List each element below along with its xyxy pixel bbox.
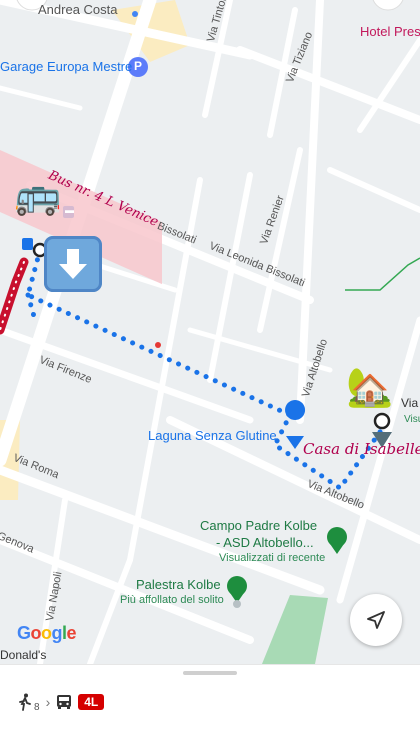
map-canvas[interactable]: Andrea Costa Hotel Pres Garage Europa Me… (0, 0, 420, 664)
casa-annotation-label: Casa di Isabelle (303, 440, 420, 458)
palestra-sublabel: Più affollato del solito (120, 594, 224, 606)
parking-icon: P (133, 59, 142, 73)
step-separator: › (45, 694, 51, 710)
walk-minutes: 8 (34, 701, 40, 713)
street-andrea-costa: Andrea Costa (38, 2, 118, 17)
palestra-label: Palestra Kolbe (136, 577, 221, 592)
campo-sublabel: Visualizzati di recente (219, 552, 326, 564)
navigation-arrow-icon (367, 611, 385, 629)
campo-label-line1: Campo Padre Kolbe (200, 518, 318, 533)
mcdonalds-label: Donald's (0, 648, 47, 662)
route-steps[interactable]: 8 › 4L (18, 687, 105, 717)
laguna-label: Laguna Senza Glutine (148, 428, 277, 443)
house-emoji-icon: 🏡 (346, 367, 394, 409)
garage-label: Garage Europa Mestre (0, 59, 133, 74)
bus-stop-icon: ▬ (65, 205, 74, 215)
bottom-sheet[interactable]: 8 › 4L (0, 664, 420, 747)
google-logo: Google (17, 623, 77, 643)
walk-icon (19, 693, 31, 711)
sheet-drag-handle[interactable] (183, 671, 237, 675)
down-arrow-icon (44, 236, 102, 292)
visua-label: Visua (404, 414, 420, 425)
map-roads (0, 0, 420, 664)
bus-emoji-icon: 🚌 (14, 175, 62, 217)
campo-label-line2: - ASD Altobello... (216, 535, 314, 550)
street-via-right: Via I (401, 396, 420, 410)
hotel-label: Hotel Pres (360, 24, 420, 39)
bus-icon (57, 695, 72, 709)
navigation-button[interactable] (350, 594, 402, 646)
route-badge: 4L (78, 694, 105, 710)
